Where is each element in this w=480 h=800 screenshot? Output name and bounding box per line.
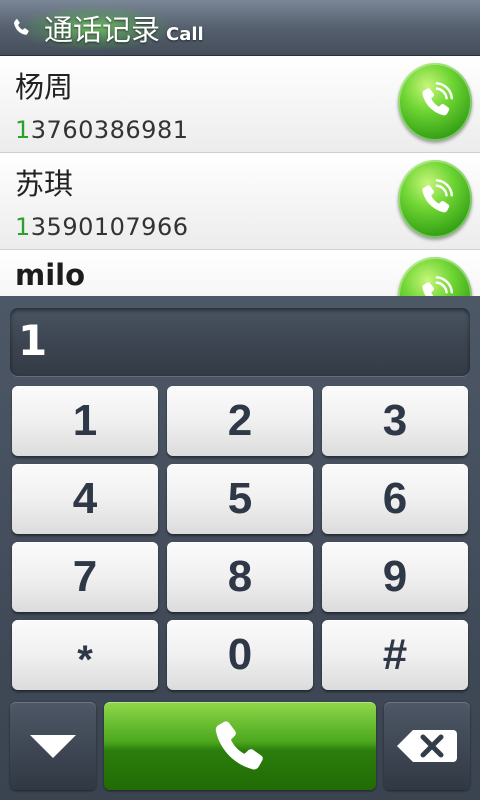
contact-name: milo	[15, 258, 86, 292]
phone-ring-icon	[422, 179, 454, 213]
key-8[interactable]: 8	[167, 542, 313, 612]
key-2[interactable]: 2	[167, 386, 313, 456]
key-star[interactable]: *	[12, 620, 158, 690]
call-button[interactable]	[398, 257, 472, 296]
phone-ring-icon	[422, 82, 454, 116]
number-rest: 3590107966	[30, 213, 189, 241]
key-7[interactable]: 7	[12, 542, 158, 612]
number-rest: 3760386981	[30, 116, 189, 144]
phone-icon	[13, 18, 29, 35]
chevron-down-icon	[30, 735, 76, 758]
number-match-highlight: 1	[15, 116, 31, 144]
collapse-keypad-button[interactable]	[10, 702, 96, 790]
page-subtitle: Call	[166, 24, 204, 45]
key-4[interactable]: 4	[12, 464, 158, 534]
key-0[interactable]: 0	[167, 620, 313, 690]
contact-name: 杨周	[15, 70, 74, 104]
call-log-list[interactable]: 杨周 13760386981 苏琪 13590107966 milo	[0, 56, 480, 296]
phone-ring-icon	[422, 276, 454, 296]
contact-number: 13760386981	[15, 116, 188, 144]
contact-name: 苏琪	[15, 167, 74, 201]
page-title: 通话记录	[44, 12, 161, 47]
call-button[interactable]	[398, 160, 472, 238]
number-match-highlight: 1	[15, 213, 31, 241]
key-star-label: *	[77, 637, 93, 682]
number-display-text: 1	[18, 316, 48, 365]
contact-number: 13590107966	[15, 213, 188, 241]
key-6[interactable]: 6	[322, 464, 468, 534]
backspace-icon	[397, 730, 457, 762]
key-5[interactable]: 5	[167, 464, 313, 534]
phone-icon	[215, 721, 263, 770]
number-display[interactable]: 1	[10, 308, 470, 376]
key-9[interactable]: 9	[322, 542, 468, 612]
key-3[interactable]: 3	[322, 386, 468, 456]
dial-pad: 1 1 2 3 4 5 6 7 8 9 * 0 #	[0, 296, 480, 800]
title-bar: 通话记录 Call	[0, 0, 480, 56]
dial-button[interactable]	[104, 702, 376, 790]
key-hash[interactable]: #	[322, 620, 468, 690]
list-item[interactable]: 杨周 13760386981	[0, 56, 480, 153]
call-button[interactable]	[398, 63, 472, 141]
key-1[interactable]: 1	[12, 386, 158, 456]
delete-button[interactable]	[384, 702, 470, 790]
list-item[interactable]: milo	[0, 250, 480, 296]
list-item[interactable]: 苏琪 13590107966	[0, 153, 480, 250]
